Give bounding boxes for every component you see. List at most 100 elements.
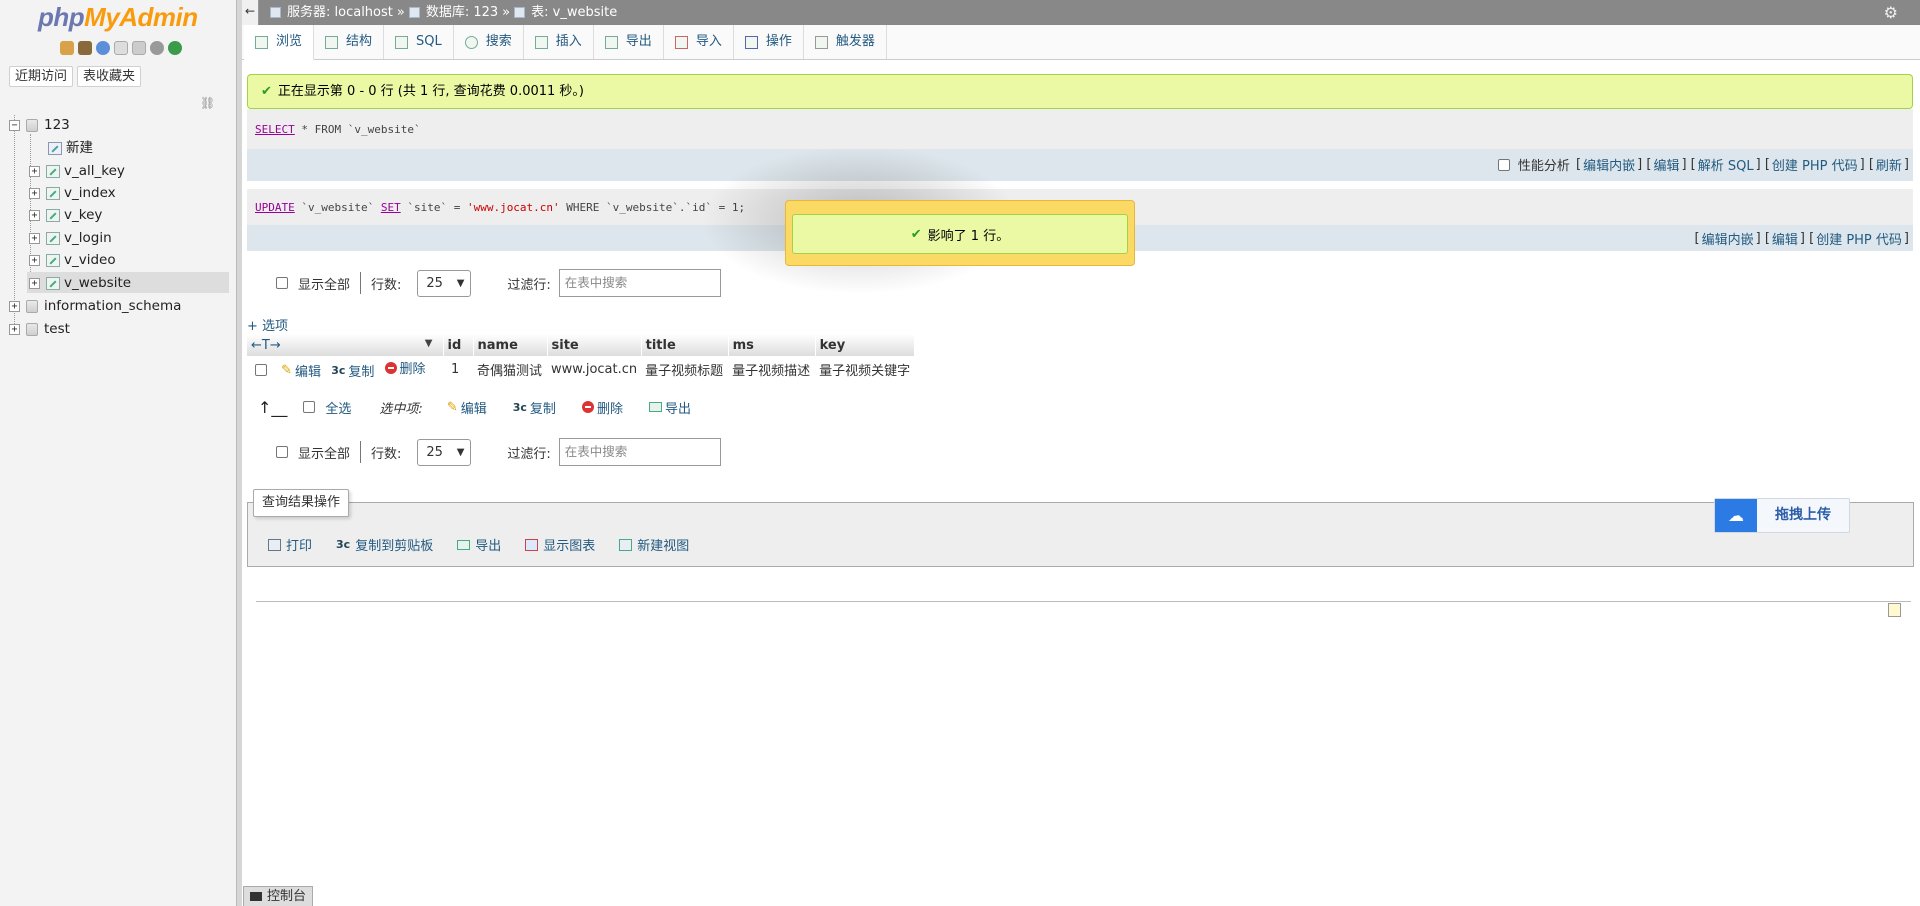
create-view-link[interactable]: 新建视图 <box>619 535 689 554</box>
tree-db-test[interactable]: + test <box>9 319 70 340</box>
bulk-delete-button[interactable]: 删除 <box>581 398 623 417</box>
column-toggle-header[interactable]: ←T→ ▼ <box>247 334 444 356</box>
expand-icon[interactable]: + <box>29 210 40 221</box>
copy-to-clipboard-link[interactable]: 3c 复制到剪贴板 <box>336 535 433 554</box>
tree-label[interactable]: 新建 <box>66 138 93 159</box>
logout-icon[interactable] <box>78 41 92 55</box>
favorites-button[interactable]: 表收藏夹 <box>77 66 142 87</box>
column-header-id[interactable]: id <box>443 334 474 356</box>
create-php-link[interactable]: 创建 PHP 代码 <box>1816 229 1902 248</box>
settings-gear-icon[interactable]: ⚙ <box>1884 3 1898 22</box>
cell-id[interactable]: 1 <box>443 356 473 382</box>
docs-icon[interactable] <box>114 41 128 55</box>
tree-label[interactable]: v_all_key <box>64 161 125 182</box>
sidebar-resizer[interactable] <box>236 0 242 906</box>
sort-dropdown-icon[interactable]: ▼ <box>425 338 433 349</box>
tab-import[interactable]: 导入 <box>664 25 734 59</box>
tree-table-v_index[interactable]: + v_index <box>29 183 116 204</box>
column-header-site[interactable]: site <box>547 334 642 356</box>
table-structure-icon[interactable] <box>46 187 60 200</box>
tree-label[interactable]: test <box>44 319 70 340</box>
table-structure-icon[interactable] <box>46 209 60 222</box>
settings-gear-icon[interactable] <box>150 41 164 55</box>
tab-triggers[interactable]: 触发器 <box>804 25 887 59</box>
explain-sql-link[interactable]: 解析 SQL <box>1698 155 1754 174</box>
tab-browse[interactable]: 浏览 <box>244 25 315 60</box>
tab-sql[interactable]: SQL <box>384 25 454 59</box>
cell-name[interactable]: 奇偶猫测试 <box>473 356 547 382</box>
tree-label[interactable]: v_login <box>64 228 112 249</box>
tree-db-123[interactable]: − 123 <box>9 115 70 136</box>
profiling-checkbox[interactable] <box>1497 158 1510 171</box>
create-php-link[interactable]: 创建 PHP 代码 <box>1772 155 1858 174</box>
tab-structure[interactable]: 结构 <box>314 25 385 59</box>
row-checkbox[interactable] <box>255 364 267 377</box>
table-structure-icon[interactable] <box>46 254 60 267</box>
edit-query-link[interactable]: 编辑 <box>1653 155 1679 174</box>
bulk-copy-button[interactable]: 3c 复制 <box>513 398 556 417</box>
tree-table-v_website[interactable]: + v_website <box>29 273 131 294</box>
tab-operations[interactable]: 操作 <box>734 25 804 59</box>
tree-table-v_all_key[interactable]: + v_all_key <box>29 161 125 182</box>
expand-icon[interactable]: + <box>29 166 40 177</box>
console-toggle[interactable]: 控制台 <box>243 886 314 906</box>
tree-label[interactable]: 123 <box>44 115 70 136</box>
cell-key[interactable]: 量子视频关键字 <box>815 356 914 382</box>
tree-table-v_login[interactable]: + v_login <box>29 228 112 249</box>
expand-icon[interactable]: + <box>29 255 40 266</box>
tree-table-v_key[interactable]: + v_key <box>29 205 102 226</box>
filter-rows-input[interactable]: 在表中搜索 <box>558 438 721 466</box>
refresh-link[interactable]: 刷新 <box>1876 155 1902 174</box>
tree-table-v_video[interactable]: + v_video <box>29 250 116 271</box>
options-toggle-link[interactable]: + 选项 <box>247 315 288 334</box>
row-copy-link[interactable]: 3c 复制 <box>331 361 374 380</box>
tree-label[interactable]: information_schema <box>44 296 181 317</box>
bulk-export-button[interactable]: 导出 <box>648 398 691 417</box>
display-chart-link[interactable]: 显示图表 <box>525 535 595 554</box>
show-all-checkbox[interactable] <box>276 277 288 289</box>
tree-label[interactable]: v_index <box>64 183 116 204</box>
tree-label[interactable]: v_video <box>64 250 116 271</box>
select-all-label[interactable]: 全选 <box>325 398 351 417</box>
column-header-ms[interactable]: ms <box>728 334 816 356</box>
tab-export[interactable]: 导出 <box>594 25 664 59</box>
table-structure-icon[interactable] <box>46 165 60 178</box>
cell-site[interactable]: www.jocat.cn <box>547 356 641 382</box>
breadcrumb-table[interactable]: 表: v_website <box>531 0 617 25</box>
expand-icon[interactable]: + <box>29 278 40 289</box>
cell-title[interactable]: 量子视频标题 <box>641 356 728 382</box>
recent-button[interactable]: 近期访问 <box>9 66 74 87</box>
breadcrumb-database[interactable]: 数据库: 123 <box>426 0 498 25</box>
expand-icon[interactable]: + <box>9 324 20 335</box>
collapse-sidebar-button[interactable]: ← <box>242 0 259 25</box>
row-edit-link[interactable]: ✎ 编辑 <box>281 361 321 380</box>
column-header-name[interactable]: name <box>473 334 548 356</box>
breadcrumb-server[interactable]: 服务器: localhost <box>287 0 393 25</box>
cell-ms[interactable]: 量子视频描述 <box>728 356 815 382</box>
table-structure-icon[interactable] <box>46 232 60 245</box>
documentation-icon[interactable] <box>132 41 146 55</box>
page-settings-icon[interactable] <box>1888 603 1901 617</box>
export-link[interactable]: 导出 <box>457 535 501 554</box>
edit-query-link[interactable]: 编辑 <box>1772 229 1798 248</box>
help-icon[interactable] <box>96 41 110 55</box>
expand-icon[interactable]: + <box>29 233 40 244</box>
filter-rows-input[interactable]: 在表中搜索 <box>558 269 721 297</box>
ajax-notification[interactable]: ✔ 影响了 1 行。 <box>785 200 1135 266</box>
reload-icon[interactable] <box>168 41 182 55</box>
expand-icon[interactable]: + <box>9 301 20 312</box>
expand-icon[interactable]: + <box>29 188 40 199</box>
tree-label[interactable]: v_website <box>64 273 131 294</box>
column-header-title[interactable]: title <box>641 334 729 356</box>
inline-edit-link[interactable]: 编辑内嵌 <box>1702 229 1754 248</box>
rows-select[interactable]: 25 ▼ <box>417 438 472 466</box>
bulk-edit-button[interactable]: ✎ 编辑 <box>447 398 487 417</box>
row-delete-link[interactable]: 删除 <box>384 358 426 377</box>
link-with-main-icon[interactable]: ⛓ <box>200 96 215 110</box>
tab-insert[interactable]: 插入 <box>524 25 594 59</box>
drag-upload-widget[interactable]: ☁ 拖拽上传 <box>1714 498 1850 533</box>
rows-select[interactable]: 25 ▼ <box>417 269 472 297</box>
column-header-key[interactable]: key <box>815 334 915 356</box>
inline-edit-link[interactable]: 编辑内嵌 <box>1583 155 1635 174</box>
tree-new-table[interactable]: 新建 <box>48 138 93 159</box>
